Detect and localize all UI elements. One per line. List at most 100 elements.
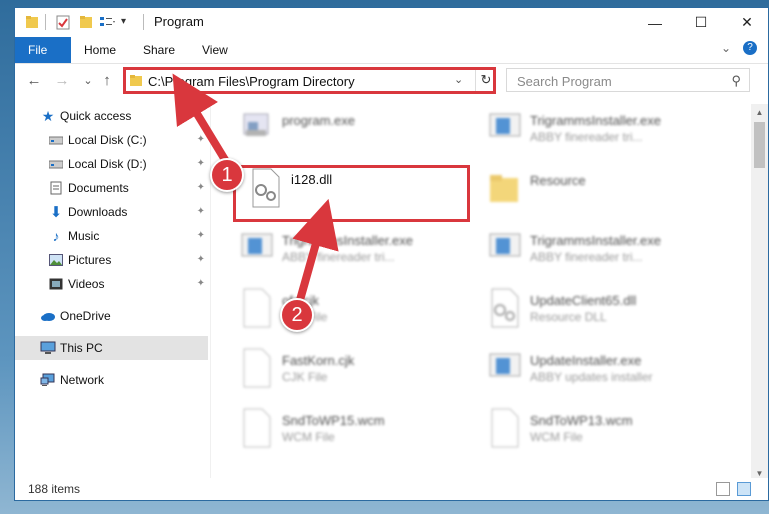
forward-button[interactable]: → bbox=[53, 70, 71, 90]
exe-icon bbox=[240, 108, 274, 148]
pin-icon: ✦ bbox=[196, 134, 205, 145]
sidebar-item-label: Music bbox=[68, 229, 100, 243]
sidebar-item-label: Quick access bbox=[60, 109, 132, 123]
title-bar: ▾ Program — ☐ ✕ bbox=[15, 8, 768, 37]
file-icon bbox=[240, 348, 274, 388]
file-item[interactable]: TrigrammsInstaller.exe ABBY finereader t… bbox=[230, 226, 470, 278]
new-folder-icon[interactable] bbox=[79, 14, 93, 30]
file-type: ABBY finereader tri... bbox=[530, 250, 643, 264]
quick-access-dropdown-icon[interactable]: ▾ bbox=[121, 16, 131, 32]
sidebar-item-label: OneDrive bbox=[60, 309, 111, 323]
up-button[interactable]: ↑ bbox=[98, 70, 116, 90]
tab-view[interactable]: View bbox=[189, 37, 241, 63]
properties-icon[interactable] bbox=[55, 14, 71, 30]
recent-locations-button[interactable]: ⌄ bbox=[79, 70, 97, 90]
file-item[interactable]: program.exe bbox=[230, 106, 470, 158]
sidebar-item-label: Local Disk (D:) bbox=[68, 157, 147, 171]
sidebar-item-documents[interactable]: Documents ✦ bbox=[15, 176, 208, 200]
star-icon: ★ bbox=[41, 107, 55, 124]
file-name: program.exe bbox=[282, 113, 355, 128]
videos-icon bbox=[48, 276, 64, 292]
file-name: TrigrammsInstaller.exe bbox=[530, 113, 661, 128]
installer-icon bbox=[488, 348, 522, 388]
address-highlight-box bbox=[123, 67, 496, 94]
file-name: TrigrammsInstaller.exe bbox=[530, 233, 661, 248]
file-type: Resource DLL bbox=[530, 310, 607, 324]
file-item[interactable]: FastKorn.cjk CJK File bbox=[230, 346, 470, 398]
drive-icon bbox=[48, 156, 64, 172]
file-type: WCM File bbox=[282, 430, 335, 444]
pin-icon: ✦ bbox=[196, 158, 205, 169]
details-view-icon[interactable] bbox=[716, 482, 730, 496]
file-item[interactable]: ofc.cjk CJK File bbox=[230, 286, 470, 338]
sidebar-item-music[interactable]: ♪ Music ✦ bbox=[15, 224, 208, 248]
expand-ribbon-icon[interactable]: ⌄ bbox=[721, 41, 731, 55]
pin-icon: ✦ bbox=[196, 230, 205, 241]
sidebar-item-videos[interactable]: Videos ✦ bbox=[15, 272, 208, 296]
search-box[interactable]: Search Program ⚲ bbox=[506, 68, 750, 92]
maximize-button[interactable]: ☐ bbox=[678, 8, 724, 37]
navigation-bar: ← → ⌄ ↑ C:\Program Files\Program Directo… bbox=[15, 64, 768, 96]
file-type: ABBY finereader tri... bbox=[282, 250, 395, 264]
cloud-icon bbox=[40, 308, 56, 324]
scrollbar-thumb[interactable] bbox=[754, 122, 765, 168]
pin-icon: ✦ bbox=[196, 254, 205, 265]
file-item[interactable]: SndToWP13.wcm WCM File bbox=[478, 406, 718, 458]
navigation-pane: ★ Quick access Local Disk (C:) ✦ Local D… bbox=[15, 104, 210, 482]
back-button[interactable]: ← bbox=[25, 70, 43, 90]
separator bbox=[45, 14, 46, 30]
file-item[interactable]: UpdateInstaller.exe ABBY updates install… bbox=[478, 346, 718, 398]
file-item[interactable]: TrigrammsInstaller.exe ABBY finereader t… bbox=[478, 226, 718, 278]
sidebar-item-local-disk-d[interactable]: Local Disk (D:) ✦ bbox=[15, 152, 208, 176]
file-type: CJK File bbox=[282, 370, 328, 384]
item-count: 188 items bbox=[28, 482, 81, 496]
pin-icon: ✦ bbox=[196, 206, 205, 217]
file-type: WCM File bbox=[530, 430, 583, 444]
file-list: program.exe TrigrammsInstaller.exe ABBY … bbox=[220, 104, 742, 482]
search-input[interactable]: Search Program bbox=[517, 74, 612, 89]
sidebar-item-label: Downloads bbox=[68, 205, 128, 219]
network-icon bbox=[40, 372, 56, 388]
callout-badge-1: 1 bbox=[210, 158, 244, 192]
minimize-button[interactable]: — bbox=[632, 8, 678, 37]
separator bbox=[143, 14, 144, 30]
sidebar-item-this-pc[interactable]: This PC bbox=[15, 336, 208, 360]
status-bar: 188 items bbox=[15, 478, 768, 500]
drive-icon bbox=[48, 132, 64, 148]
folder-icon bbox=[488, 168, 522, 208]
sidebar-item-label: Local Disk (C:) bbox=[68, 133, 147, 147]
vertical-scrollbar[interactable]: ▲ ▼ bbox=[751, 104, 768, 482]
dll-gear-icon bbox=[488, 288, 522, 328]
callout-badge-2: 2 bbox=[280, 298, 314, 332]
file-name: FastKorn.cjk bbox=[282, 353, 355, 368]
file-type: ABBY updates installer bbox=[530, 370, 653, 384]
sidebar-item-pictures[interactable]: Pictures ✦ bbox=[15, 248, 208, 272]
large-icons-view-icon[interactable] bbox=[737, 482, 751, 496]
help-icon[interactable]: ? bbox=[743, 41, 757, 55]
pane-divider bbox=[210, 104, 211, 482]
sidebar-item-downloads[interactable]: ⬇ Downloads ✦ bbox=[15, 200, 208, 224]
sidebar-item-label: Pictures bbox=[68, 253, 112, 267]
sidebar-item-network[interactable]: Network bbox=[15, 368, 208, 392]
sidebar-item-local-disk-c[interactable]: Local Disk (C:) ✦ bbox=[15, 128, 208, 152]
pictures-icon bbox=[48, 252, 64, 268]
sidebar-item-quick-access[interactable]: ★ Quick access bbox=[15, 104, 208, 128]
file-item[interactable]: Resource bbox=[478, 166, 718, 218]
file-item[interactable]: TrigrammsInstaller.exe ABBY finereader t… bbox=[478, 106, 718, 158]
tab-file[interactable]: File bbox=[15, 37, 71, 63]
tab-share[interactable]: Share bbox=[130, 37, 188, 63]
file-item[interactable]: SndToWP15.wcm WCM File bbox=[230, 406, 470, 458]
file-name: Resource bbox=[530, 173, 586, 188]
file-item[interactable]: UpdateClient65.dll Resource DLL bbox=[478, 286, 718, 338]
folder-icon bbox=[25, 14, 39, 30]
installer-icon bbox=[488, 228, 522, 268]
close-button[interactable]: ✕ bbox=[724, 8, 768, 37]
tab-home[interactable]: Home bbox=[71, 37, 129, 63]
search-icon[interactable]: ⚲ bbox=[731, 73, 741, 89]
file-icon bbox=[240, 408, 274, 448]
installer-icon bbox=[240, 228, 274, 268]
file-name: SndToWP15.wcm bbox=[282, 413, 385, 428]
customize-toolbar-icon[interactable] bbox=[99, 14, 117, 30]
scroll-up-icon[interactable]: ▲ bbox=[751, 104, 768, 121]
sidebar-item-onedrive[interactable]: OneDrive bbox=[15, 304, 208, 328]
